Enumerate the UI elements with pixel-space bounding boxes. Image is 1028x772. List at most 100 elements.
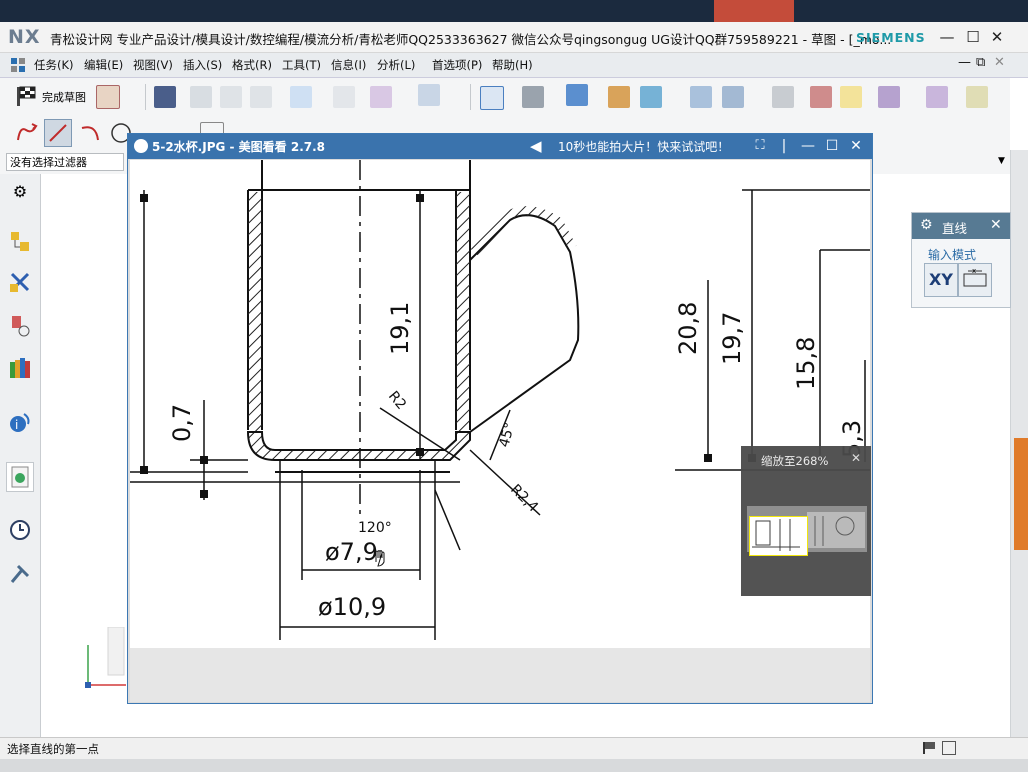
line-dialog: ⚙ 直线 ✕ 输入模式 XY x <box>911 212 1011 308</box>
layer-icon[interactable] <box>608 86 630 108</box>
selection-icon[interactable] <box>722 86 744 108</box>
ruler-icon[interactable] <box>966 86 988 108</box>
line-icon[interactable] <box>44 119 72 147</box>
cut-icon[interactable] <box>190 86 212 108</box>
menu-analysis[interactable]: 分析(L) <box>377 57 415 73</box>
arc-icon[interactable] <box>78 120 104 146</box>
dim-19-1: 19,1 <box>386 302 414 355</box>
redo-icon[interactable] <box>333 86 355 108</box>
copy-icon[interactable] <box>220 86 242 108</box>
menu-edit[interactable]: 编辑(E) <box>84 57 123 73</box>
taskbar-highlight <box>714 0 794 22</box>
show-hide-icon[interactable] <box>690 86 712 108</box>
status-flag-icon[interactable] <box>922 741 936 755</box>
close-button[interactable]: ✕ <box>986 26 1008 48</box>
doc-close-button[interactable]: ✕ <box>994 55 1005 70</box>
command-finder-icon[interactable] <box>370 86 392 108</box>
line-dialog-title: 直线 <box>942 221 968 236</box>
viewer-ad-link[interactable]: 10秒也能拍大片！快来试试吧！ <box>558 138 729 155</box>
sketch-template-icon[interactable] <box>96 85 120 109</box>
zoom-level-label: 缩放至268% <box>761 454 829 468</box>
toolbar-separator <box>470 84 471 110</box>
menu-task[interactable]: 任务(K) <box>34 57 74 73</box>
info-broadcast-icon[interactable]: i <box>8 410 32 434</box>
side-tab[interactable] <box>1014 438 1028 550</box>
type-filter-select[interactable]: 没有选择过滤器 <box>6 153 124 171</box>
undo-icon[interactable] <box>290 86 312 108</box>
viewer-fullscreen-button[interactable]: ⛶ <box>750 136 770 156</box>
viewer-divider: | <box>781 138 787 154</box>
zoom-popup-close-button[interactable]: ✕ <box>851 451 861 465</box>
line-dialog-close-button[interactable]: ✕ <box>990 217 1002 233</box>
finish-sketch-icon[interactable] <box>14 84 38 108</box>
image-viewer-window: 5-2水杯.JPG - 美图看看 2.7.8 ◀ 10秒也能拍大片！快来试试吧！… <box>127 133 873 704</box>
finish-sketch-label[interactable]: 完成草图 <box>42 89 86 105</box>
measure-icon[interactable] <box>926 86 948 108</box>
menu-info[interactable]: 信息(I) <box>331 57 366 73</box>
menu-preferences[interactable]: 首选项(P) <box>432 57 482 73</box>
wcs-icon[interactable] <box>640 86 662 108</box>
doc-restore-button[interactable]: ⧉ <box>976 55 985 70</box>
settings-gear-icon[interactable]: ⚙ <box>8 182 32 206</box>
dim-15-8: 15,8 <box>792 337 820 390</box>
app-menu-icon[interactable] <box>10 57 26 73</box>
status-window-icon[interactable] <box>942 741 956 755</box>
snap-icon[interactable] <box>878 86 900 108</box>
desktop-top-strip <box>0 0 1028 22</box>
eraser-icon[interactable] <box>810 86 832 108</box>
assembly-navigator-icon[interactable] <box>8 270 32 294</box>
doc-minimize-button[interactable]: — <box>958 55 971 70</box>
nx-logo: NX <box>8 26 41 48</box>
dim-diameter-10-9: ø10,9 <box>318 593 386 621</box>
viewer-maximize-button[interactable]: ☐ <box>822 136 842 156</box>
menu-insert[interactable]: 插入(S) <box>183 57 222 73</box>
xy-mode-button[interactable]: XY <box>924 263 958 297</box>
fit-view-icon[interactable] <box>480 86 504 110</box>
toolbar-separator <box>145 84 146 110</box>
menu-view[interactable]: 视图(V) <box>133 57 173 73</box>
filter-dropdown-icon[interactable]: ▼ <box>998 156 1005 166</box>
speaker-icon[interactable]: ◀ <box>530 137 542 155</box>
profile-icon[interactable] <box>14 120 40 146</box>
reuse-library-icon[interactable] <box>8 356 32 380</box>
line-dialog-header: ⚙ 直线 ✕ <box>912 213 1010 239</box>
dialog-settings-icon[interactable]: ⚙ <box>920 217 933 233</box>
zoom-viewport-frame[interactable] <box>749 516 808 556</box>
svg-text:x: x <box>972 267 976 275</box>
dim-19-7: 19,7 <box>718 312 746 365</box>
window-title: 青松设计网 专业产品设计/模具设计/数控编程/模流分析/青松老师QQ253336… <box>50 32 892 47</box>
lightbulb-icon[interactable] <box>840 86 862 108</box>
dim-45-deg: 45° <box>496 421 518 449</box>
menu-tools[interactable]: 工具(T) <box>282 57 321 73</box>
table-icon[interactable] <box>772 86 794 108</box>
parameter-mode-button[interactable]: x <box>958 263 992 297</box>
web-browser-icon[interactable] <box>6 462 34 492</box>
view-orient-icon[interactable] <box>566 84 588 106</box>
part-navigator-icon[interactable] <box>8 230 32 254</box>
dim-120-deg: 120° <box>358 520 392 536</box>
menu-format[interactable]: 格式(R) <box>232 57 272 73</box>
title-bar: NX 青松设计网 专业产品设计/模具设计/数控编程/模流分析/青松老师QQ253… <box>0 22 1028 53</box>
render-style-icon[interactable] <box>522 86 544 108</box>
save-icon[interactable] <box>154 86 176 108</box>
input-mode-label: 输入模式 <box>928 248 977 262</box>
status-bar: 选择直线的第一点 <box>0 737 1028 760</box>
viewer-close-button[interactable]: ✕ <box>846 136 866 156</box>
zoom-popup: 缩放至268% ✕ <box>741 446 871 596</box>
dim-0-7: 0,7 <box>168 404 196 442</box>
history-clock-icon[interactable] <box>8 518 32 542</box>
paste-icon[interactable] <box>250 86 272 108</box>
status-prompt: 选择直线的第一点 <box>7 742 99 756</box>
menu-help[interactable]: 帮助(H) <box>492 57 533 73</box>
viewer-bottom-area <box>130 648 870 702</box>
menu-bar: 任务(K) 编辑(E) 视图(V) 插入(S) 格式(R) 工具(T) 信息(I… <box>0 53 1028 78</box>
maximize-button[interactable]: ☐ <box>962 26 984 48</box>
parameter-mode-icon: x <box>963 267 987 287</box>
viewer-titlebar: 5-2水杯.JPG - 美图看看 2.7.8 ◀ 10秒也能拍大片！快来试试吧！… <box>128 134 872 159</box>
constraint-navigator-icon[interactable] <box>8 314 32 338</box>
siemens-logo: SIEMENS <box>856 30 926 45</box>
system-materials-icon[interactable] <box>8 562 32 586</box>
viewer-minimize-button[interactable]: — <box>798 136 818 156</box>
info-icon[interactable] <box>418 84 440 106</box>
minimize-button[interactable]: — <box>936 26 958 48</box>
